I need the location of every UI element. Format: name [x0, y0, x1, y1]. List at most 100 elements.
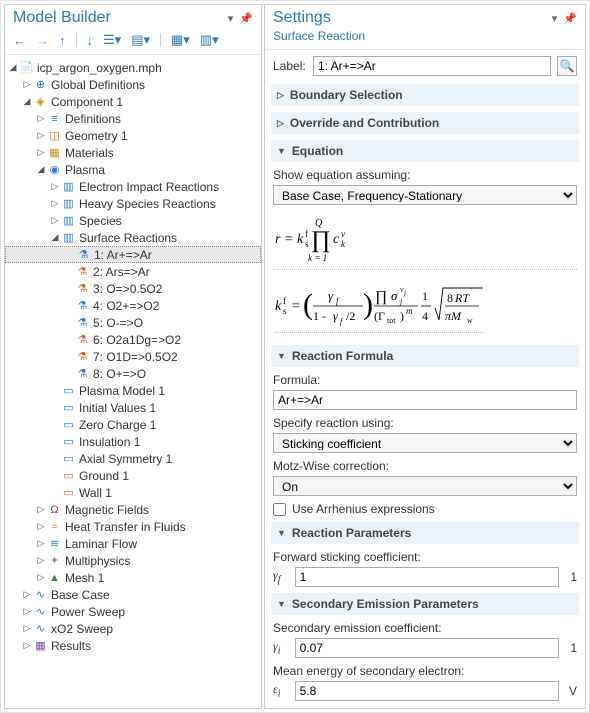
back-button[interactable]: ← [13, 33, 26, 48]
formula-input[interactable] [273, 390, 577, 410]
svg-text:1: 1 [422, 289, 428, 303]
caret-icon[interactable]: ◢ [49, 232, 61, 243]
tree-magnetic-fields[interactable]: ▷ΩMagnetic Fields [5, 501, 261, 518]
tree-reaction-2[interactable]: ⚗2: Ars=>Ar [5, 263, 261, 280]
up-button[interactable]: ↑ [59, 33, 66, 48]
tree-reaction-7[interactable]: ⚗7: O1D=>0.5O2 [5, 348, 261, 365]
tree-global-defs[interactable]: ▷⊕Global Definitions [5, 76, 261, 93]
label-input[interactable] [313, 56, 551, 76]
tree-plasma-model-1[interactable]: ▭Plasma Model 1 [5, 382, 261, 399]
tree-multiphysics[interactable]: ▷✦Multiphysics [5, 552, 261, 569]
secondary-coef-input[interactable] [295, 638, 559, 658]
caret-icon[interactable]: ◢ [35, 164, 47, 175]
tree-reaction-8[interactable]: ⚗8: O+=>O [5, 365, 261, 382]
section-boundary[interactable]: ▷ Boundary Selection [271, 84, 579, 106]
caret-icon[interactable]: ▷ [21, 606, 33, 617]
caret-icon[interactable]: ▷ [35, 538, 47, 549]
tree-ground[interactable]: ▭Ground 1 [5, 467, 261, 484]
tree-item-icon: ⚗ [75, 333, 90, 347]
tree-heat-transfer[interactable]: ▷≈Heat Transfer in Fluids [5, 518, 261, 535]
caret-icon[interactable]: ▷ [21, 589, 33, 600]
tree-reaction-1[interactable]: ⚗1: Ar+=>Ar [5, 246, 261, 263]
caret-icon[interactable]: ▷ [35, 113, 47, 124]
expand-button[interactable]: ↓ [87, 33, 94, 48]
tree-item-icon: ▭ [61, 486, 76, 500]
forward-button[interactable]: → [36, 33, 49, 48]
tree-surface-reactions[interactable]: ◢▥Surface Reactions [5, 229, 261, 246]
tree-root-file[interactable]: ◢📄icp_argon_oxygen.mph [5, 59, 261, 76]
caret-icon[interactable]: ▷ [35, 147, 47, 158]
show-eq-select[interactable]: Base Case, Frequency-Stationary [273, 185, 577, 205]
tree-electron-impact[interactable]: ▷▥Electron Impact Reactions [5, 178, 261, 195]
tree-species[interactable]: ▷▥Species [5, 212, 261, 229]
caret-icon[interactable]: ◢ [21, 96, 33, 107]
tree-reaction-4[interactable]: ⚗4: O2+=>O2 [5, 297, 261, 314]
show-button[interactable]: ▤▾ [131, 32, 150, 48]
motz-select[interactable]: On [273, 476, 577, 496]
settings-panel-controls: ▾ 📌 [552, 12, 577, 25]
tree-results[interactable]: ▷▦Results [5, 637, 261, 654]
caret-icon[interactable]: ▷ [21, 640, 33, 651]
fwd-sticking-input[interactable] [295, 567, 559, 587]
menu-icon[interactable]: ▾ [552, 12, 558, 25]
equation-display-2: k f s = ( γ f 1 - γ f /2 ) ∏ σ v j j [273, 274, 577, 339]
caret-icon[interactable]: ▷ [49, 198, 61, 209]
tree-reaction-5[interactable]: ⚗5: O-=>O [5, 314, 261, 331]
svg-text:k: k [341, 239, 346, 249]
tree-item-label: 8: O+=>O [93, 367, 146, 381]
specify-select[interactable]: Sticking coefficient [273, 433, 577, 453]
settings-title: Settings [273, 9, 331, 27]
tree-wall[interactable]: ▭Wall 1 [5, 484, 261, 501]
collapse-all-button[interactable]: ☰▾ [103, 32, 121, 48]
caret-icon[interactable]: ▷ [35, 555, 47, 566]
tree-reaction-6[interactable]: ⚗6: O2a1Dg=>O2 [5, 331, 261, 348]
caret-icon[interactable]: ▷ [35, 130, 47, 141]
tree-axial-symmetry[interactable]: ▭Axial Symmetry 1 [5, 450, 261, 467]
tree-initial-values[interactable]: ▭Initial Values 1 [5, 399, 261, 416]
section-secondary[interactable]: ▼ Secondary Emission Parameters [271, 593, 579, 615]
tree-geometry-1[interactable]: ▷◫Geometry 1 [5, 127, 261, 144]
caret-icon[interactable]: ▷ [49, 181, 61, 192]
tree-base-case[interactable]: ▷∿Base Case [5, 586, 261, 603]
svg-text:): ) [363, 288, 373, 321]
tree-item-label: Global Definitions [51, 78, 145, 92]
tree-plasma[interactable]: ◢◉Plasma [5, 161, 261, 178]
model-tree[interactable]: ◢📄icp_argon_oxygen.mph▷⊕Global Definitio… [5, 55, 261, 708]
caret-icon[interactable]: ▷ [35, 504, 47, 515]
section-reaction-params[interactable]: ▼ Reaction Parameters [271, 522, 579, 544]
caret-icon[interactable]: ▷ [21, 623, 33, 634]
caret-icon[interactable]: ▷ [21, 79, 33, 90]
section-equation-label: Equation [292, 144, 343, 158]
tree-mesh[interactable]: ▷▲Mesh 1 [5, 569, 261, 586]
sort-button[interactable]: ▥▾ [200, 32, 219, 48]
tree-materials[interactable]: ▷▦Materials [5, 144, 261, 161]
tree-insulation[interactable]: ▭Insulation 1 [5, 433, 261, 450]
mean-energy-input[interactable] [295, 681, 559, 701]
svg-text:m: m [406, 306, 413, 316]
menu-icon[interactable]: ▾ [228, 12, 234, 25]
caret-icon[interactable]: ▷ [35, 521, 47, 532]
tree-zero-charge[interactable]: ▭Zero Charge 1 [5, 416, 261, 433]
caret-icon[interactable]: ▷ [35, 572, 47, 583]
caret-icon[interactable]: ◢ [7, 62, 19, 73]
section-override[interactable]: ▷ Override and Contribution [271, 112, 579, 134]
section-reaction-formula[interactable]: ▼ Reaction Formula [271, 345, 579, 367]
tree-power-sweep[interactable]: ▷∿Power Sweep [5, 603, 261, 620]
section-equation[interactable]: ▼ Equation [271, 140, 579, 162]
tree-definitions[interactable]: ▷≡Definitions [5, 110, 261, 127]
group-button[interactable]: ▦▾ [171, 32, 190, 48]
arrhenius-checkbox[interactable] [273, 503, 286, 516]
specify-label: Specify reaction using: [273, 416, 577, 430]
tree-heavy-species[interactable]: ▷▥Heavy Species Reactions [5, 195, 261, 212]
caret-icon[interactable]: ▷ [49, 215, 61, 226]
tree-item-icon: ▭ [61, 418, 76, 432]
tree-laminar-flow[interactable]: ▷≋Laminar Flow [5, 535, 261, 552]
tree-item-icon: ⚗ [76, 248, 91, 262]
tree-component-1[interactable]: ◢◈Component 1 [5, 93, 261, 110]
tree-reaction-3[interactable]: ⚗3: O=>0.5O2 [5, 280, 261, 297]
goto-source-button[interactable]: 🔍 [557, 56, 577, 76]
pin-icon[interactable]: 📌 [563, 12, 577, 25]
model-builder-panel: Model Builder ▾ 📌 ← → ↑ ↓ ☰▾ ▤▾ ▦▾ ▥▾ ◢📄… [4, 4, 262, 709]
pin-icon[interactable]: 📌 [239, 12, 253, 25]
tree-xo2-sweep[interactable]: ▷∿xO2 Sweep [5, 620, 261, 637]
